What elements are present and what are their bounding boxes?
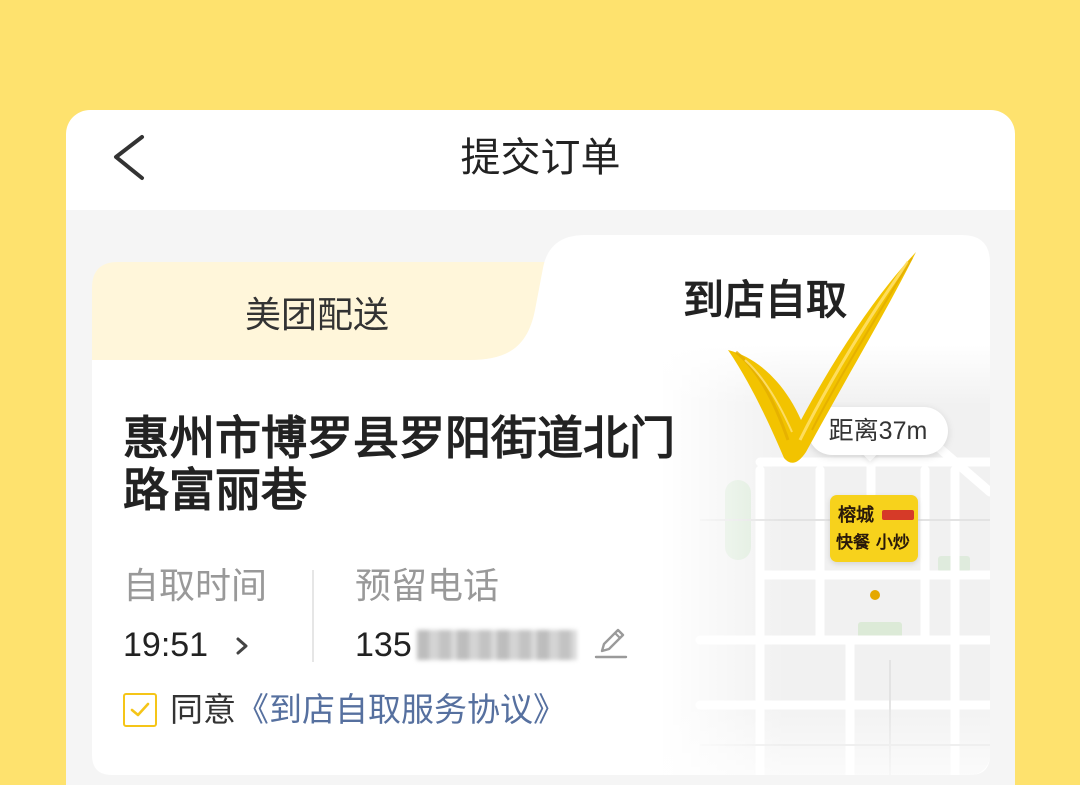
store-address: 惠州市博罗县罗阳街道北门路富丽巷 [123,412,675,516]
tab-delivery[interactable]: 美团配送 [92,262,542,362]
back-button[interactable] [106,128,154,188]
store-logo-line2: 快餐 小炒 [836,533,910,553]
page-title: 提交订单 [460,136,621,180]
order-card: 提交订单 美团配送 到店自取 距离37m 榕城 快餐 小炒 惠州市博罗县罗阳街道… [66,110,1015,785]
distance-bubble: 距离37m [808,407,948,455]
chevron-right-icon [236,637,248,655]
agreement-link[interactable]: 《到店自取服务协议》 [236,691,566,728]
tab-delivery-label: 美团配送 [244,294,389,335]
tab-pickup[interactable]: 到店自取 [683,275,847,325]
phone-obscured [417,630,577,660]
pencil-icon[interactable] [593,624,629,660]
store-logo-stamp [882,510,914,520]
store-logo-line1: 榕城 [838,505,874,526]
pickup-time-value: 19:51 [123,626,209,664]
field-divider [312,570,314,662]
phone-label: 预留电话 [355,565,500,606]
phone-value: 135 [355,626,412,664]
pickup-time-selector[interactable]: 19:51 [123,623,303,667]
agreement-text: 同意《到店自取服务协议》 [170,688,566,732]
agreement-prefix: 同意 [170,691,236,728]
store-marker: 榕城 快餐 小炒 [830,495,918,562]
agreement-checkbox[interactable] [123,693,157,727]
checkbox-checked-icon [130,702,150,717]
map-pin-icon [870,590,880,600]
chevron-left-icon [114,135,144,180]
pickup-time-label: 自取时间 [123,565,268,606]
tab-pickup-label: 到店自取 [683,277,847,323]
